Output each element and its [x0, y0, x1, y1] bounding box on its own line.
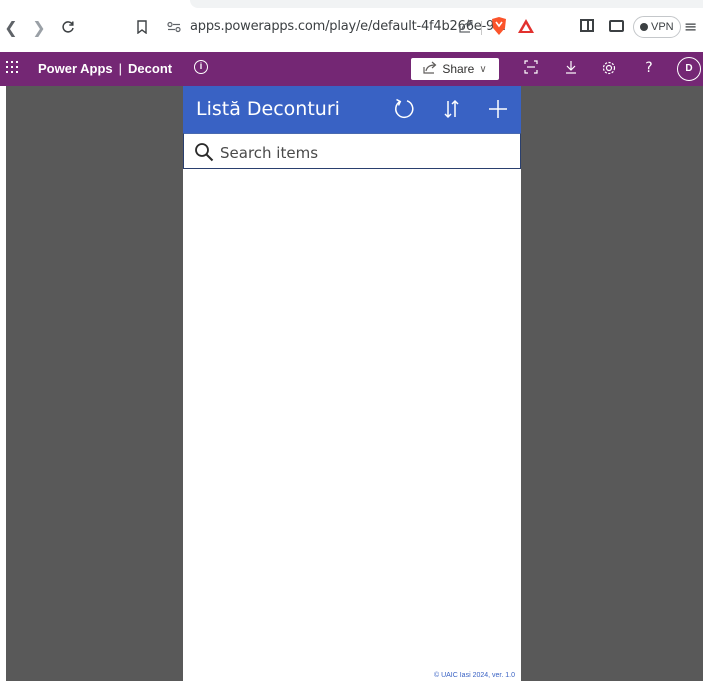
user-avatar[interactable]: D [677, 57, 701, 81]
bookmark-icon[interactable] [133, 18, 151, 36]
title-separator: | [118, 61, 123, 76]
chevron-down-icon: ∨ [479, 63, 487, 75]
browser-toolbar: ❮ ❯ apps.powerapps.com/play/e/default-4f… [0, 0, 703, 52]
brave-rewards-icon[interactable] [517, 18, 535, 34]
sidebar-toggle-icon[interactable] [580, 19, 594, 32]
help-icon[interactable]: ? [641, 60, 657, 76]
add-item-icon[interactable] [483, 94, 513, 124]
wallet-icon[interactable] [609, 20, 624, 32]
sort-icon[interactable] [437, 94, 467, 124]
tab-strip-edge [190, 0, 703, 8]
reload-icon[interactable] [59, 18, 77, 36]
vpn-button[interactable]: VPN [633, 16, 681, 38]
search-placeholder: Search items [220, 144, 319, 162]
back-icon[interactable]: ❮ [2, 18, 20, 37]
product-name: Power Apps [38, 61, 113, 76]
app-launcher-icon[interactable] [6, 61, 18, 73]
share-icon [423, 61, 437, 77]
vpn-label: VPN [651, 21, 674, 33]
power-apps-header: Power Apps | Decont i Share ∨ ? D [0, 52, 703, 86]
app-canvas: Listă Deconturi Search items © UAIC Iasi… [183, 86, 521, 681]
info-icon[interactable]: i [194, 60, 208, 74]
share-button[interactable]: Share ∨ [411, 58, 499, 80]
refresh-icon[interactable] [389, 94, 419, 124]
footer-copyright: © UAIC Iasi 2024, ver. 1.0 [433, 672, 515, 679]
settings-gear-icon[interactable] [601, 60, 617, 76]
brave-shields-icon[interactable] [490, 16, 508, 36]
forward-icon[interactable]: ❯ [30, 18, 48, 37]
fit-to-window-icon[interactable] [523, 60, 539, 76]
search-icon [194, 142, 214, 162]
search-input[interactable]: Search items [183, 133, 521, 169]
share-label: Share [442, 62, 475, 76]
header-title: Power Apps | Decont [38, 61, 172, 76]
site-info-icon[interactable] [165, 18, 183, 36]
environment-name: Decont [128, 61, 173, 76]
app-title: Listă Deconturi [196, 98, 340, 120]
browser-menu-icon[interactable]: ≡ [684, 17, 697, 36]
app-title-bar: Listă Deconturi [183, 86, 521, 133]
vpn-status-icon [640, 23, 648, 31]
share-page-icon[interactable] [458, 18, 474, 37]
address-bar-divider [481, 21, 482, 35]
download-icon[interactable] [563, 60, 579, 76]
